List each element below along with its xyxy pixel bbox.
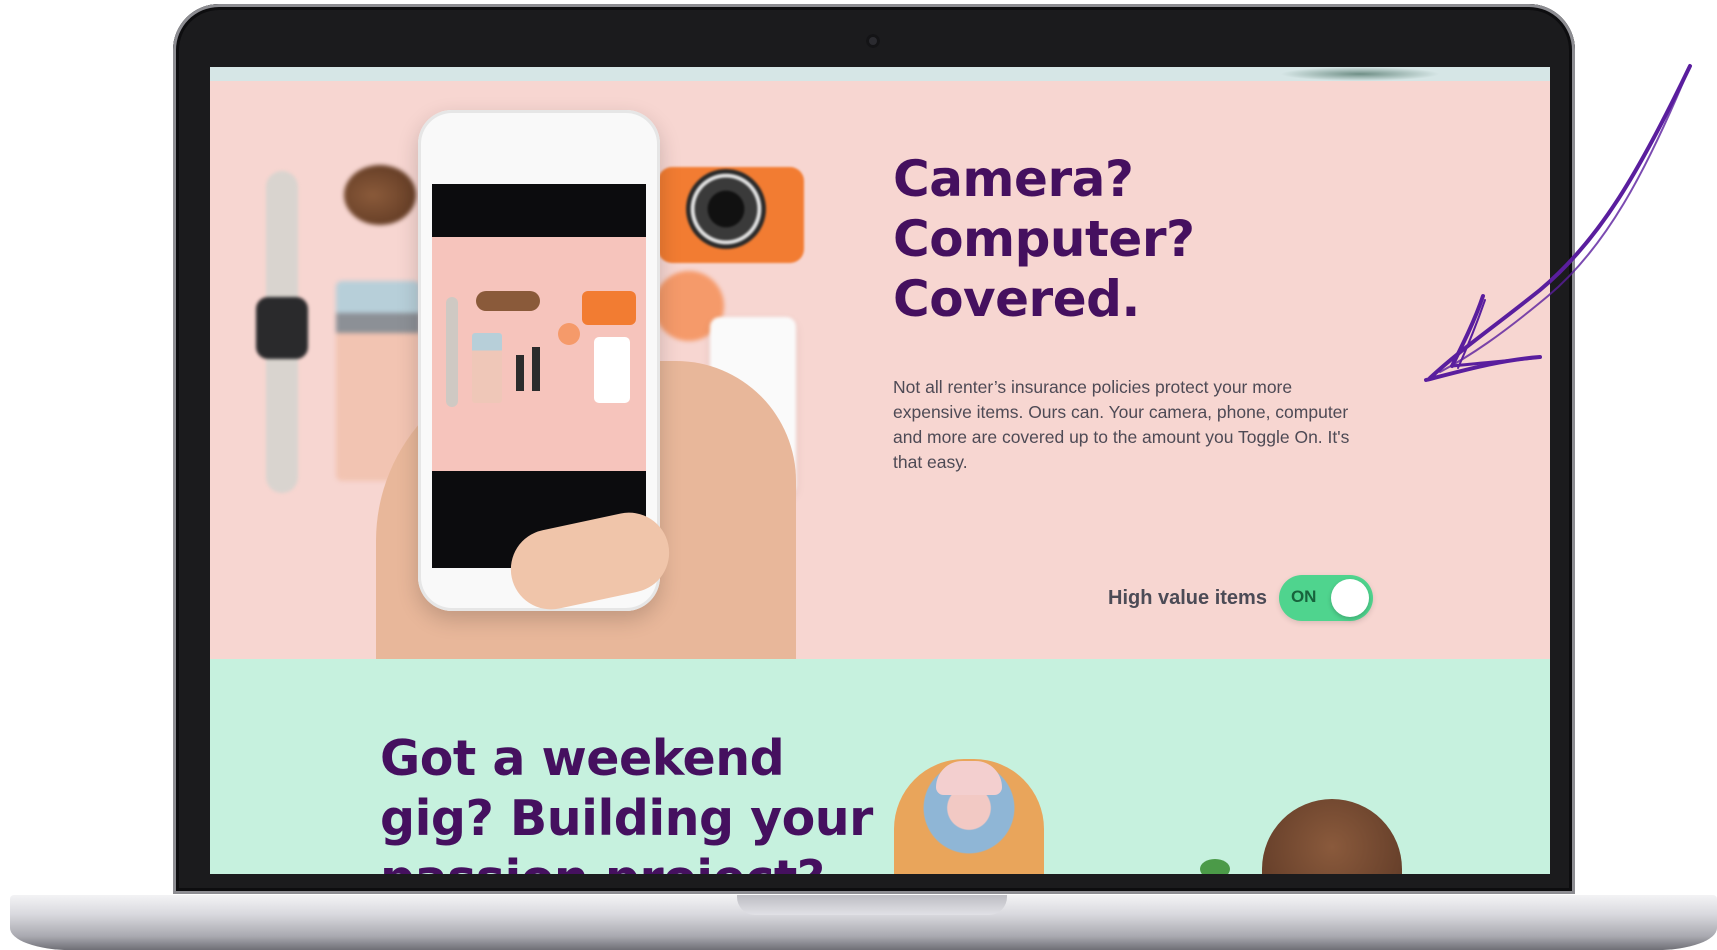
toggle-state-text: ON <box>1290 587 1317 606</box>
hero-illustration <box>210 81 810 681</box>
side-gig-section: Got a weekend gig? Building your passion… <box>210 659 1550 874</box>
phone-icon <box>594 337 630 403</box>
section2-title: Got a weekend gig? Building your passion… <box>380 730 873 874</box>
sunglasses-icon <box>476 291 540 311</box>
bottle-icon <box>472 333 502 403</box>
previous-section-edge <box>210 67 1550 81</box>
person-hair-image <box>1262 799 1402 874</box>
toggle-label: High value items <box>1108 586 1267 609</box>
toggle-knob <box>1330 579 1369 617</box>
camera-icon <box>582 291 636 325</box>
sunglasses-icon <box>344 165 416 225</box>
watch-face <box>256 297 308 359</box>
laptop-opening-notch <box>737 895 1007 915</box>
high-value-items-toggle[interactable]: ON <box>1278 575 1373 621</box>
hero-title: Camera? Computer? Covered. <box>893 150 1195 328</box>
flatlay-photo <box>432 237 646 471</box>
plant-icon <box>1200 859 1230 874</box>
laptop-screen: Camera? Computer? Covered. Not all rente… <box>210 67 1550 874</box>
scarf-image-top <box>936 761 1002 795</box>
coin-icon <box>558 323 580 345</box>
hero-description: Not all renter’s insurance policies prot… <box>893 377 1350 472</box>
camera-lens <box>686 169 766 249</box>
webcam-icon <box>866 34 880 48</box>
lipstick-icon <box>532 347 540 391</box>
watch-icon <box>446 297 458 407</box>
lipstick-icon <box>516 355 524 391</box>
high-value-items-toggle-row: High value items ON <box>1108 575 1373 621</box>
smartphone-screen <box>432 184 646 568</box>
hero-section: Camera? Computer? Covered. Not all rente… <box>210 81 1550 681</box>
